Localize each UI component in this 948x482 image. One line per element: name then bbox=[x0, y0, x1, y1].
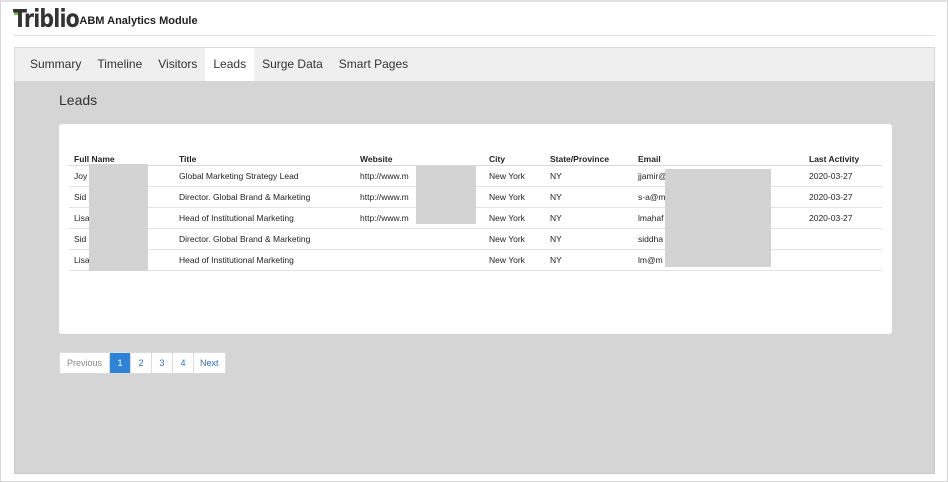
column-header-city[interactable]: City bbox=[484, 153, 545, 166]
triblio-logo[interactable]: Triblio bbox=[13, 6, 93, 32]
cell-website bbox=[355, 228, 484, 250]
pagination: Previous 1 2 3 4 Next bbox=[59, 352, 226, 374]
logo-text: Triblio bbox=[13, 4, 80, 33]
pagination-page-3[interactable]: 3 bbox=[151, 353, 172, 373]
cell-title: Global Marketing Strategy Lead bbox=[174, 165, 355, 187]
cell-last-activity bbox=[804, 249, 882, 271]
tab-bar: Summary Timeline Visitors Leads Surge Da… bbox=[14, 47, 935, 82]
tab-summary[interactable]: Summary bbox=[15, 48, 89, 82]
column-header-last-activity[interactable]: Last Activity bbox=[804, 153, 882, 166]
cell-title: Director. Global Brand & Marketing bbox=[174, 186, 355, 208]
tab-smart-pages[interactable]: Smart Pages bbox=[331, 48, 416, 82]
cell-last-activity: 2020-03-27 bbox=[804, 165, 882, 187]
cell-city: New York bbox=[484, 228, 545, 250]
cell-state: NY bbox=[545, 207, 633, 229]
cell-state: NY bbox=[545, 249, 633, 271]
app-header: Triblio ABM Analytics Module bbox=[13, 4, 198, 34]
tab-visitors[interactable]: Visitors bbox=[150, 48, 205, 82]
page-title: Leads bbox=[59, 92, 98, 108]
cell-title: Director. Global Brand & Marketing bbox=[174, 228, 355, 250]
column-header-title[interactable]: Title bbox=[174, 153, 355, 166]
column-header-state[interactable]: State/Province bbox=[545, 153, 633, 166]
cell-state: NY bbox=[545, 228, 633, 250]
cell-state: NY bbox=[545, 186, 633, 208]
pagination-next[interactable]: Next bbox=[193, 353, 225, 373]
column-header-website[interactable]: Website bbox=[355, 153, 484, 166]
app-title: ABM Analytics Module bbox=[79, 14, 198, 27]
cell-last-activity: 2020-03-27 bbox=[804, 207, 882, 229]
cell-last-activity: 2020-03-27 bbox=[804, 186, 882, 208]
cell-city: New York bbox=[484, 249, 545, 271]
cell-state: NY bbox=[545, 165, 633, 187]
redaction-block-name bbox=[89, 164, 148, 271]
pagination-previous[interactable]: Previous bbox=[60, 353, 109, 373]
cell-city: New York bbox=[484, 165, 545, 187]
tab-timeline[interactable]: Timeline bbox=[89, 48, 150, 82]
column-header-email[interactable]: Email bbox=[633, 153, 804, 166]
cell-website bbox=[355, 249, 484, 271]
cell-title: Head of Institutional Marketing bbox=[174, 249, 355, 271]
pagination-page-4[interactable]: 4 bbox=[172, 353, 193, 373]
cell-title: Head of Institutional Marketing bbox=[174, 207, 355, 229]
cell-city: New York bbox=[484, 186, 545, 208]
tab-surge-data[interactable]: Surge Data bbox=[254, 48, 331, 82]
tab-leads[interactable]: Leads bbox=[205, 48, 255, 82]
redaction-block-email bbox=[665, 169, 771, 267]
leads-card: Full Name Title Website City State/Provi… bbox=[59, 124, 892, 334]
leads-panel: Leads Full Name Title Website City State… bbox=[14, 81, 935, 474]
cell-city: New York bbox=[484, 207, 545, 229]
redaction-block-website bbox=[416, 166, 476, 224]
cell-last-activity bbox=[804, 228, 882, 250]
table-header-row: Full Name Title Website City State/Provi… bbox=[69, 153, 882, 166]
pagination-page-1[interactable]: 1 bbox=[109, 353, 131, 373]
header-divider bbox=[14, 35, 935, 36]
pagination-page-2[interactable]: 2 bbox=[130, 353, 151, 373]
